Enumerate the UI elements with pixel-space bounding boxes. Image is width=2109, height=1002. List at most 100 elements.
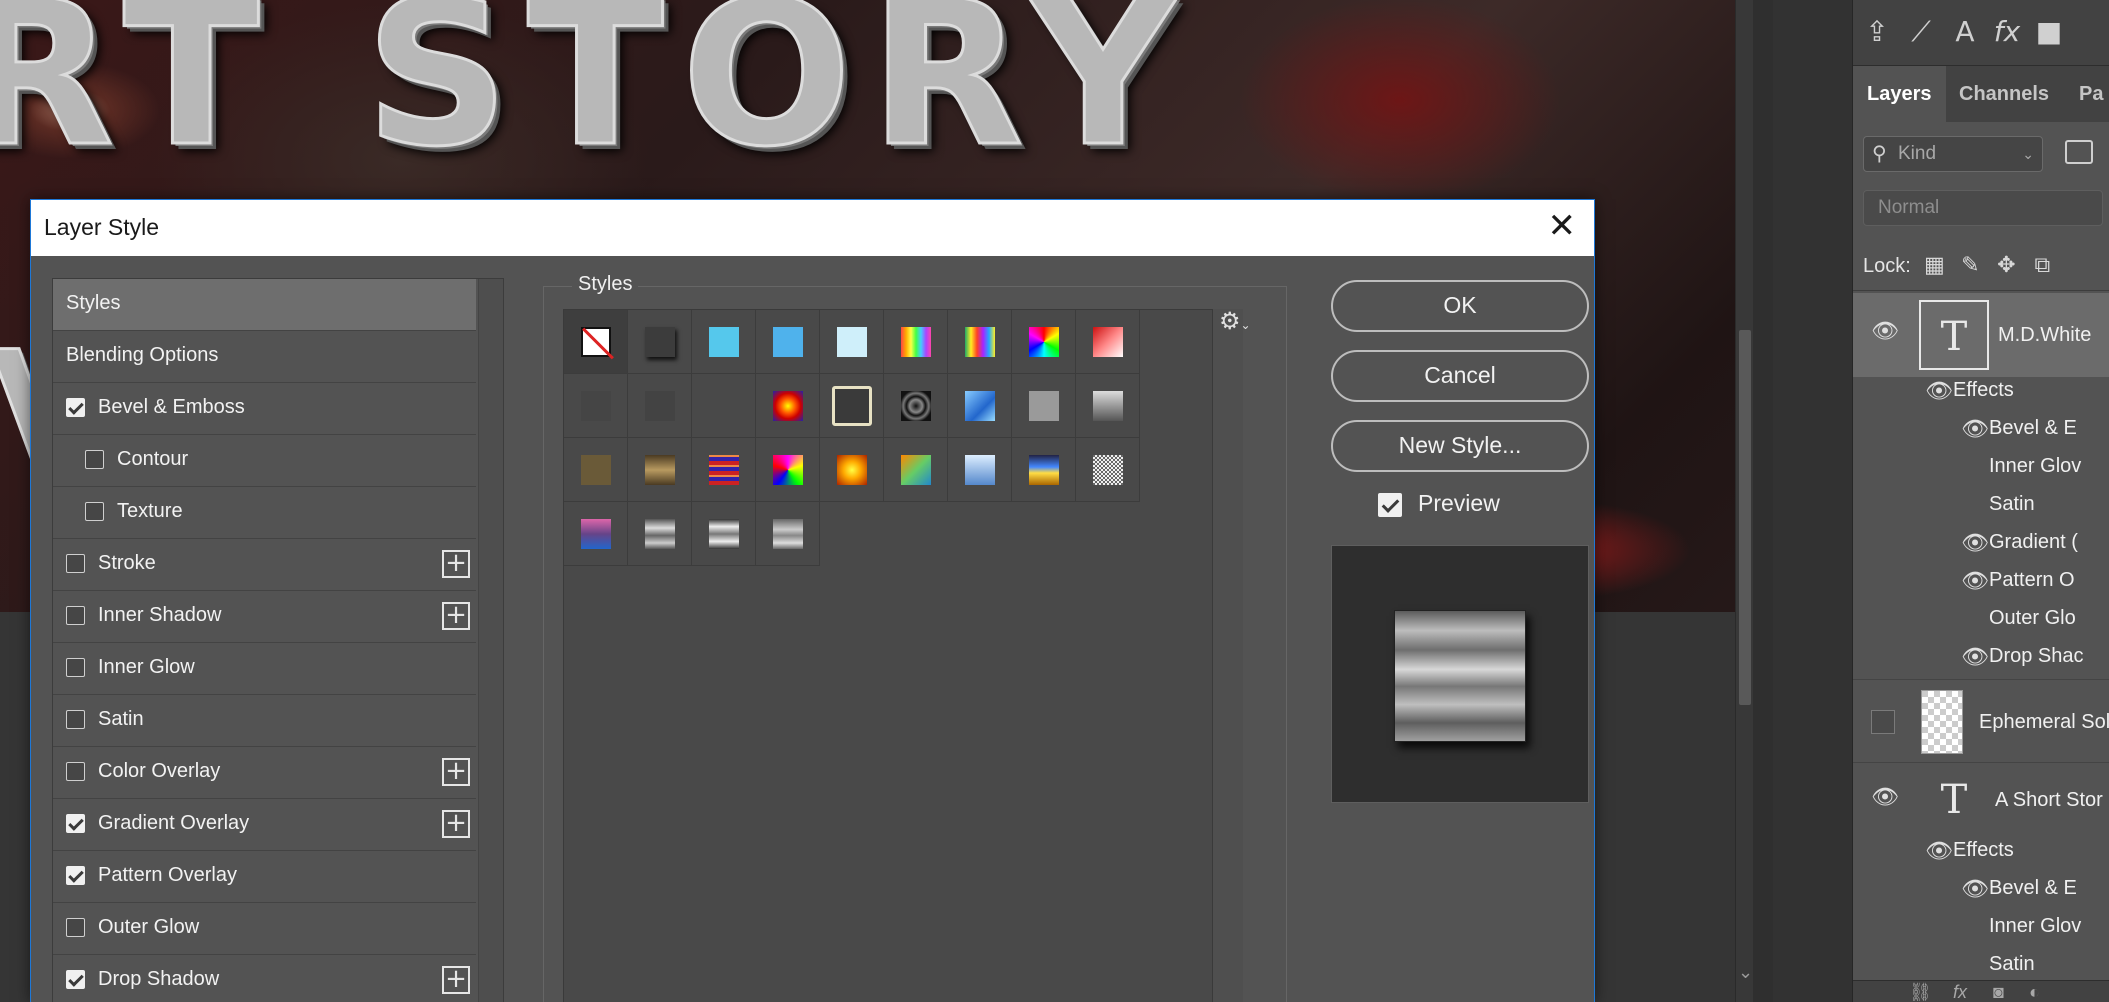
style-swatch[interactable] (628, 438, 692, 502)
effect-item-bevel-emboss[interactable]: Bevel & Emboss (53, 383, 476, 435)
pattern-overlay-checkbox[interactable] (66, 866, 85, 885)
visibility-eye-icon[interactable]: 👁 (1925, 379, 1953, 404)
style-swatch[interactable] (1012, 438, 1076, 502)
effects-row[interactable]: 👁 Effects (1925, 839, 2014, 864)
style-swatch[interactable] (756, 438, 820, 502)
effect-row[interactable]: 👁 Pattern O (1961, 569, 2075, 594)
visibility-eye-icon[interactable]: 👁 (1961, 877, 1989, 902)
style-swatch[interactable] (564, 502, 628, 566)
inner-shadow-checkbox[interactable] (66, 606, 85, 625)
effect-item-stroke[interactable]: Stroke + (53, 539, 476, 591)
effect-item-satin[interactable]: Satin (53, 695, 476, 747)
tab-layers[interactable]: Layers (1853, 66, 1946, 122)
gear-icon[interactable]: ⚙⌄ (1219, 307, 1251, 335)
scroll-down-icon[interactable]: ⌄ (1738, 962, 1753, 983)
effect-item-drop-shadow[interactable]: Drop Shadow + (53, 955, 476, 1002)
style-swatch[interactable] (1076, 438, 1140, 502)
adjustment-icon[interactable]: ◐ (2029, 981, 2040, 1002)
style-swatch[interactable] (820, 438, 884, 502)
style-swatch[interactable] (820, 374, 884, 438)
inner-glow-checkbox[interactable] (66, 658, 85, 677)
canvas-scroll-thumb[interactable] (1739, 330, 1751, 705)
layer-row[interactable]: 👁 T A Short Stor (1853, 765, 2109, 849)
effects-list-scrollbar[interactable] (478, 279, 503, 1002)
effect-row[interactable]: 👁 Bevel & E (1961, 417, 2077, 442)
effect-item-contour[interactable]: Contour (53, 435, 476, 487)
effect-item-pattern-overlay[interactable]: Pattern Overlay (53, 851, 476, 903)
style-swatch[interactable] (628, 310, 692, 374)
effect-row[interactable]: Inner Glov (1989, 455, 2081, 478)
close-icon[interactable]: ✕ (1548, 206, 1577, 246)
effect-row[interactable]: 👁 Bevel & E (1961, 877, 2077, 902)
lock-artboard-icon[interactable]: ⧉ (2024, 248, 2060, 284)
effect-row[interactable]: Inner Glov (1989, 915, 2081, 938)
style-swatch[interactable] (628, 502, 692, 566)
swatch-scrollbar[interactable] (1213, 309, 1243, 1002)
style-swatch[interactable] (756, 374, 820, 438)
style-swatch[interactable] (884, 374, 948, 438)
style-swatch[interactable] (820, 310, 884, 374)
style-swatch[interactable] (1012, 310, 1076, 374)
style-swatch[interactable] (564, 374, 628, 438)
ok-button[interactable]: OK (1331, 280, 1589, 332)
visibility-eye-icon[interactable]: 👁 (1871, 785, 1899, 810)
effect-row[interactable]: Outer Glo (1989, 607, 2076, 630)
style-swatch[interactable] (884, 310, 948, 374)
visibility-toggle-off[interactable] (1871, 710, 1895, 734)
effects-row[interactable]: 👁 Effects (1925, 379, 2014, 404)
style-swatch[interactable] (692, 310, 756, 374)
effect-item-gradient-overlay[interactable]: Gradient Overlay + (53, 799, 476, 851)
satin-checkbox[interactable] (66, 710, 85, 729)
add-effect-icon[interactable]: + (442, 758, 470, 786)
visibility-eye-icon[interactable]: 👁 (1871, 319, 1899, 344)
gradient-overlay-checkbox[interactable] (66, 814, 85, 833)
effect-item-styles[interactable]: Styles (53, 279, 476, 331)
link-icon[interactable]: ⛓ (1909, 981, 1932, 1002)
effect-item-outer-glow[interactable]: Outer Glow (53, 903, 476, 955)
style-swatch[interactable] (756, 310, 820, 374)
contour-checkbox[interactable] (85, 450, 104, 469)
lock-paint-icon[interactable]: ✎ (1952, 248, 1988, 284)
style-swatch[interactable] (692, 438, 756, 502)
new-style-button[interactable]: New Style... (1331, 420, 1589, 472)
paint-brush-icon[interactable]: ⟋ (1903, 14, 1939, 50)
add-effect-icon[interactable]: + (442, 966, 470, 994)
layer-row[interactable]: Ephemeral Sol (1853, 679, 2109, 763)
fx-icon[interactable]: fx (1989, 14, 2025, 50)
drop-shadow-checkbox[interactable] (66, 970, 85, 989)
effect-item-blending-options[interactable]: Blending Options (53, 331, 476, 383)
visibility-eye-icon[interactable]: 👁 (1961, 417, 1989, 442)
style-swatch[interactable] (692, 502, 756, 566)
style-swatch[interactable] (1012, 374, 1076, 438)
style-swatch[interactable] (948, 438, 1012, 502)
style-swatch[interactable] (884, 438, 948, 502)
canvas-scrollbar[interactable]: ⌄ (1735, 0, 1753, 1002)
texture-checkbox[interactable] (85, 502, 104, 521)
style-swatch[interactable] (948, 374, 1012, 438)
lock-transparency-icon[interactable]: ▦ (1916, 248, 1952, 284)
style-swatch[interactable] (692, 374, 756, 438)
effect-item-inner-glow[interactable]: Inner Glow (53, 643, 476, 695)
mask-icon[interactable]: ◙ (1993, 981, 2004, 1002)
blend-mode-select[interactable]: Normal (1863, 190, 2103, 226)
fx-icon[interactable]: fx (1953, 981, 1967, 1002)
stroke-checkbox[interactable] (66, 554, 85, 573)
type-icon[interactable]: A (1947, 14, 1983, 50)
cancel-button[interactable]: Cancel (1331, 350, 1589, 402)
style-swatch[interactable] (1076, 374, 1140, 438)
effect-item-inner-shadow[interactable]: Inner Shadow + (53, 591, 476, 643)
tab-channels[interactable]: Channels (1945, 66, 2063, 122)
preview-checkbox[interactable] (1378, 493, 1402, 517)
lock-position-icon[interactable]: ✥ (1988, 248, 2024, 284)
style-swatch[interactable] (948, 310, 1012, 374)
style-swatch[interactable] (756, 502, 820, 566)
effect-row[interactable]: 👁 Drop Shac (1961, 645, 2084, 670)
visibility-eye-icon[interactable]: 👁 (1925, 839, 1953, 864)
outer-glow-checkbox[interactable] (66, 918, 85, 937)
visibility-eye-icon[interactable]: 👁 (1961, 531, 1989, 556)
style-swatch[interactable] (628, 374, 692, 438)
effect-row[interactable]: 👁 Gradient ( (1961, 531, 2078, 556)
style-swatch[interactable] (564, 310, 628, 374)
color-overlay-checkbox[interactable] (66, 762, 85, 781)
add-effect-icon[interactable]: + (442, 550, 470, 578)
